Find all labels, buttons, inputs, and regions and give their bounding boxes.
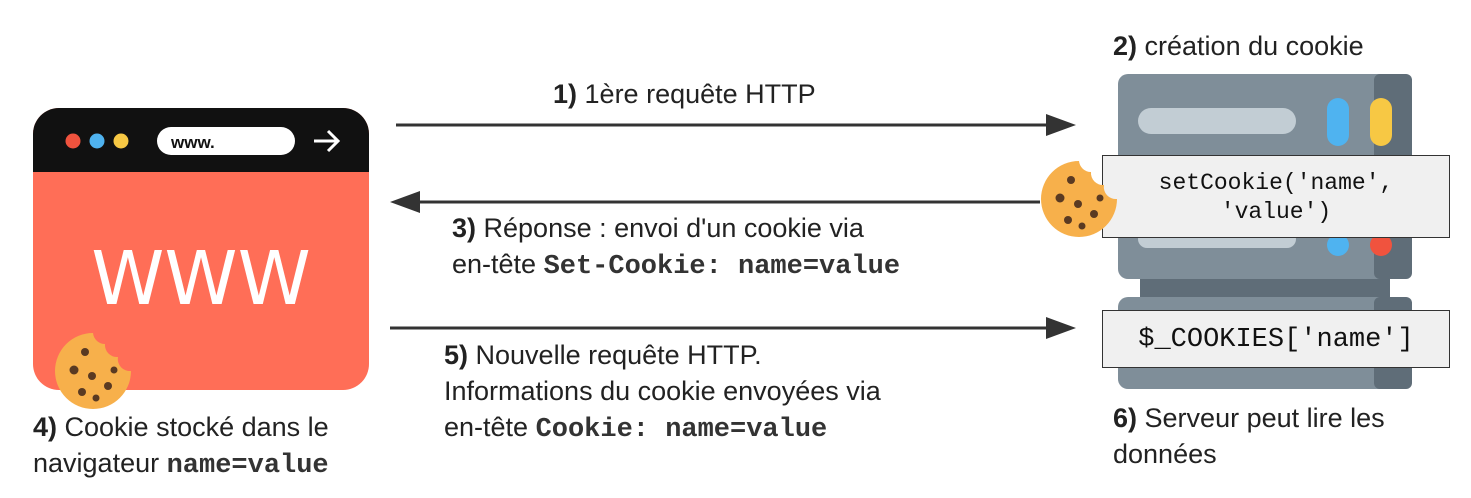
- step1-number: 1): [553, 79, 578, 109]
- step4-line1: Cookie stocké dans le: [64, 412, 329, 442]
- read-cookie-code-box: $_COOKIES['name']: [1102, 310, 1450, 368]
- step5-label: 5) Nouvelle requête HTTP. Informations d…: [444, 337, 881, 448]
- step5-line2: Informations du cookie envoyées via: [444, 376, 881, 406]
- step4-number: 4): [33, 412, 58, 442]
- step4-code: name=value: [166, 451, 329, 481]
- step3-number: 3): [452, 213, 477, 243]
- step2-number: 2): [1113, 31, 1138, 61]
- minimize-dot-icon[interactable]: [89, 133, 105, 149]
- step2-text: création du cookie: [1144, 31, 1364, 61]
- step2-label: 2) création du cookie: [1113, 28, 1364, 64]
- set-cookie-code-line1: setCookie('name',: [1158, 170, 1394, 196]
- read-cookie-code: $_COOKIES['name']: [1138, 325, 1414, 355]
- step3-line2-prefix: en-tête: [452, 249, 537, 279]
- step6-number: 6): [1113, 403, 1138, 433]
- step4-label: 4) Cookie stocké dans le navigateur name…: [33, 409, 329, 484]
- step4-line2-prefix: navigateur: [33, 448, 160, 478]
- set-cookie-code-box: setCookie('name', 'value'): [1102, 155, 1450, 238]
- cookie-icon: [55, 333, 131, 409]
- set-cookie-code-line2: 'value'): [1220, 199, 1332, 225]
- step6-label: 6) Serveur peut lire les données: [1113, 400, 1385, 472]
- arrow-request-5: [390, 317, 1076, 339]
- step6-line1: Serveur peut lire les: [1144, 403, 1385, 433]
- step3-line1: Réponse : envoi d'un cookie via: [483, 213, 864, 243]
- step1-text: 1ère requête HTTP: [584, 79, 816, 109]
- step5-header-code: Cookie: name=value: [535, 415, 828, 445]
- step6-line2: données: [1113, 439, 1217, 469]
- url-text: www.: [170, 133, 215, 152]
- maximize-dot-icon[interactable]: [113, 133, 129, 149]
- step3-label: 3) Réponse : envoi d'un cookie via en-tê…: [452, 210, 900, 285]
- close-dot-icon[interactable]: [65, 133, 81, 149]
- arrow-request-1: [396, 114, 1076, 136]
- step5-number: 5): [444, 340, 469, 370]
- step3-header-code: Set-Cookie: name=value: [543, 252, 901, 282]
- step5-line3-prefix: en-tête: [444, 412, 529, 442]
- step1-label: 1) 1ère requête HTTP: [553, 76, 816, 112]
- browser-big-text: WWW: [91, 236, 311, 322]
- step5-line1: Nouvelle requête HTTP.: [475, 340, 762, 370]
